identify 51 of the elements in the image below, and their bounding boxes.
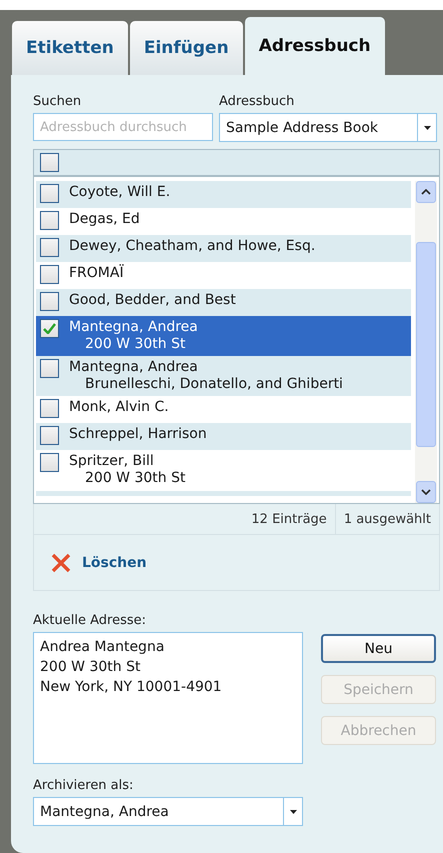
selection-count: 1 ausgewählt [334,504,439,534]
contact-name: Good, Bedder, and Best [69,292,236,309]
field-label: Aktuelle Adresse: [33,613,148,628]
contact-name: Mantegna, Andrea [69,319,198,336]
contact-row[interactable]: Mantegna, Andrea Brunelleschi, Donatello, and Ghiberti [36,356,411,396]
checkbox[interactable] [40,453,59,472]
contact-name: Mantegna, Andrea [69,359,199,376]
contact-name: Spritzer, Bill [69,453,155,470]
checkbox[interactable] [40,426,59,445]
tab[interactable]: Einfügen [130,21,243,75]
checkbox[interactable] [40,153,59,172]
checkbox[interactable] [40,292,59,311]
contact-row[interactable]: Dewey, Cheatham, and Howe, Esq. [36,235,411,262]
contact-row[interactable]: Mantegna, Andrea 200 W 30th St [36,316,411,356]
field-label: Adressbuch [219,94,296,109]
contact-row[interactable]: Coyote, Will E. [36,181,411,208]
caret-icon [290,810,296,814]
checkbox[interactable] [40,399,59,418]
checkbox[interactable] [40,319,59,338]
action-button[interactable]: Neu [321,634,436,663]
contact-name: Schreppel, Harrison [69,426,207,443]
tab[interactable]: Adressbuch [244,17,385,75]
scroll-down-icon[interactable] [416,481,436,503]
address-field[interactable]: Andrea Mantegna 200 W 30th St New York, NY 10001-4901 [33,632,303,764]
tab[interactable]: Etiketten [12,21,128,75]
scroll-up-icon[interactable] [416,181,436,203]
field-label: Archivieren als: [33,778,134,793]
checkbox[interactable] [40,211,59,230]
contact-name: Coyote, Will E. [69,184,170,201]
contact-detail: Brunelleschi, Donatello, and Ghiberti [84,376,343,393]
contact-row[interactable]: Schreppel, Harrison [36,423,411,450]
contact-name: Degas, Ed [69,211,140,228]
checkbox[interactable] [40,359,59,378]
contact-detail: 200 W 30th St [84,470,186,487]
checkbox[interactable] [40,184,59,203]
delete-button[interactable]: Löschen [50,552,147,574]
contact-row[interactable]: Good, Bedder, and Best [36,289,411,316]
contact-name: Monk, Alvin C. [69,399,169,416]
contact-name: FROMAÏ [69,265,124,282]
entry-count: 12 Einträge [250,510,328,528]
checkbox[interactable] [40,238,59,257]
contact-detail: 200 W 30th St [84,336,186,353]
file-as-dropdown[interactable]: Mantegna, Andrea [33,797,303,826]
scrollbar[interactable] [415,181,437,503]
address-book-dropdown[interactable]: Sample Address Book [219,113,437,142]
field-label: Suchen [33,94,82,109]
search-field[interactable]: Adressbuch durchsuch [33,113,213,141]
close-icon [50,552,72,574]
caret-icon [424,126,430,130]
checkbox[interactable] [40,265,59,284]
contact-name: Dewey, Cheatham, and Howe, Esq. [69,238,316,255]
